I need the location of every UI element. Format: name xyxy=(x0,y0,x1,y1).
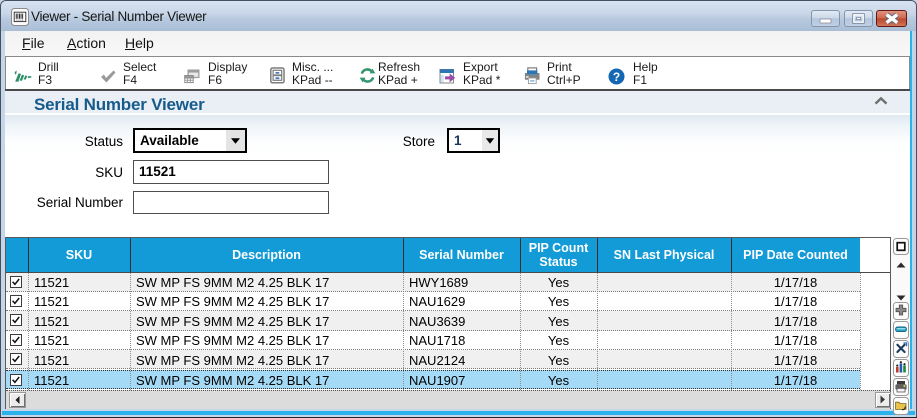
svg-text:?: ? xyxy=(613,70,620,84)
